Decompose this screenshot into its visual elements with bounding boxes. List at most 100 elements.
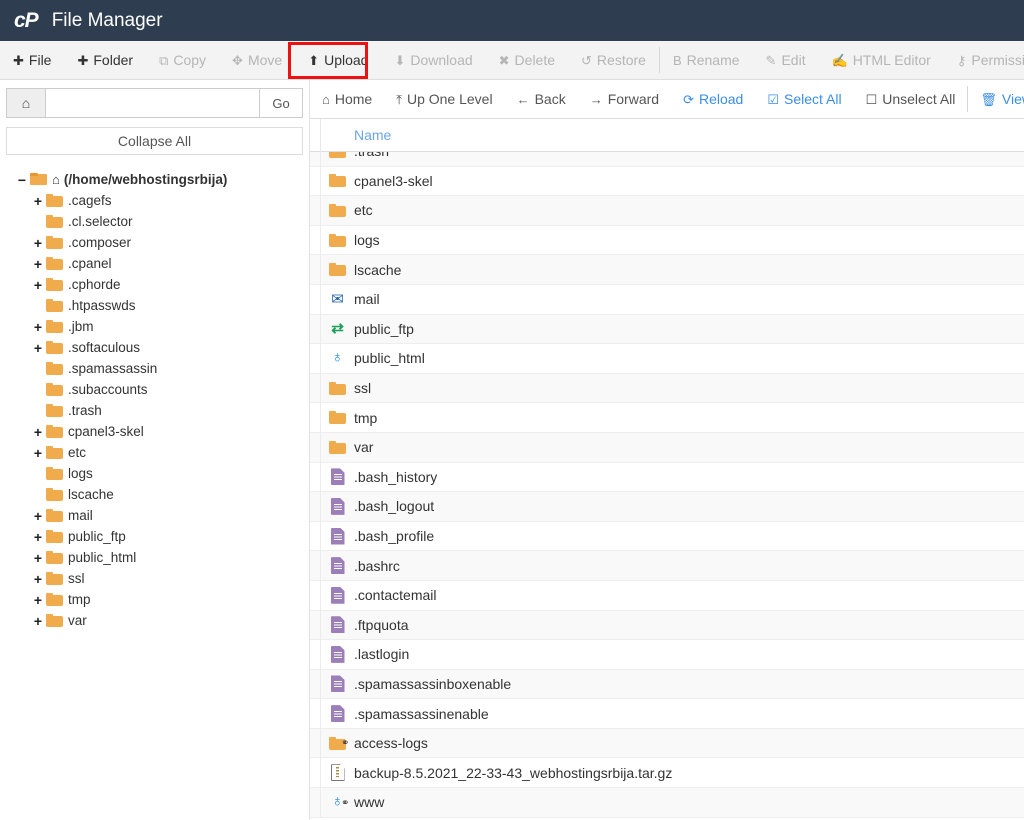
- tree-node-lscache[interactable]: lscache: [6, 484, 303, 505]
- tree-node-mail[interactable]: + mail: [6, 505, 303, 526]
- tree-node-htpasswds[interactable]: .htpasswds: [6, 295, 303, 316]
- tree-node-softaculous[interactable]: + .softaculous: [6, 337, 303, 358]
- row-checkbox-cell[interactable]: [310, 758, 321, 788]
- file-name[interactable]: public_html: [354, 350, 425, 366]
- table-row[interactable]: .lastlogin: [310, 640, 1024, 670]
- tree-node-var[interactable]: + var: [6, 610, 303, 631]
- table-row[interactable]: tmp: [310, 403, 1024, 433]
- row-checkbox-cell[interactable]: [310, 432, 321, 462]
- file-name[interactable]: .lastlogin: [354, 646, 409, 662]
- row-checkbox-cell[interactable]: [310, 551, 321, 581]
- nav-button-reload[interactable]: ⟳ Reload: [671, 80, 755, 118]
- expand-icon[interactable]: +: [32, 194, 44, 208]
- table-row[interactable]: .bash_history: [310, 463, 1024, 493]
- table-row[interactable]: .trash: [310, 152, 1024, 167]
- row-checkbox-cell[interactable]: [310, 314, 321, 344]
- tree-node-etc[interactable]: + etc: [6, 442, 303, 463]
- nav-button-view-trash[interactable]: 🗑View Trash: [968, 80, 1024, 118]
- file-name[interactable]: .trash: [354, 152, 389, 159]
- row-checkbox-cell[interactable]: [310, 196, 321, 226]
- row-checkbox-cell[interactable]: [310, 225, 321, 255]
- table-row[interactable]: logs: [310, 226, 1024, 256]
- toolbar-button-file[interactable]: ✚ File: [0, 41, 64, 79]
- table-row[interactable]: cpanel3-skel: [310, 167, 1024, 197]
- file-name[interactable]: .spamassassinboxenable: [354, 676, 511, 692]
- file-name[interactable]: access-logs: [354, 735, 428, 751]
- row-checkbox-cell[interactable]: [310, 640, 321, 670]
- file-name[interactable]: logs: [354, 232, 380, 248]
- tree-node-trash[interactable]: .trash: [6, 400, 303, 421]
- row-checkbox-cell[interactable]: [310, 699, 321, 729]
- table-row[interactable]: .spamassassinenable: [310, 699, 1024, 729]
- table-row[interactable]: .bashrc: [310, 551, 1024, 581]
- row-checkbox-cell[interactable]: [310, 373, 321, 403]
- expand-icon[interactable]: +: [32, 278, 44, 292]
- table-row[interactable]: .spamassassinboxenable: [310, 670, 1024, 700]
- row-checkbox-cell[interactable]: [310, 788, 321, 818]
- row-checkbox-cell[interactable]: [310, 521, 321, 551]
- row-checkbox-cell[interactable]: [310, 152, 321, 166]
- file-name[interactable]: .bash_logout: [354, 498, 434, 514]
- row-checkbox-cell[interactable]: [310, 669, 321, 699]
- expand-icon[interactable]: +: [32, 509, 44, 523]
- expand-icon[interactable]: +: [32, 446, 44, 460]
- table-row[interactable]: lscache: [310, 255, 1024, 285]
- row-checkbox-cell[interactable]: [310, 610, 321, 640]
- tree-node-spamassassin[interactable]: .spamassassin: [6, 358, 303, 379]
- row-checkbox-cell[interactable]: [310, 492, 321, 522]
- table-row[interactable]: ♁ public_html: [310, 344, 1024, 374]
- file-list-viewport[interactable]: .trash cpanel3-skel etc logs lscache ✉ mail ⇄ pu…: [310, 152, 1024, 820]
- expand-icon[interactable]: +: [32, 572, 44, 586]
- row-checkbox-cell[interactable]: [310, 255, 321, 285]
- file-name[interactable]: lscache: [354, 262, 401, 278]
- collapse-all-button[interactable]: Collapse All: [6, 127, 303, 155]
- expand-icon[interactable]: +: [32, 551, 44, 565]
- column-header-name[interactable]: Name: [321, 127, 391, 143]
- expand-icon[interactable]: +: [32, 425, 44, 439]
- table-row[interactable]: var: [310, 433, 1024, 463]
- tree-node-clselector[interactable]: .cl.selector: [6, 211, 303, 232]
- tree-node-subaccounts[interactable]: .subaccounts: [6, 379, 303, 400]
- tree-node-logs[interactable]: logs: [6, 463, 303, 484]
- table-row[interactable]: etc: [310, 196, 1024, 226]
- tree-node-composer[interactable]: + .composer: [6, 232, 303, 253]
- expand-icon[interactable]: +: [32, 257, 44, 271]
- toolbar-button-upload[interactable]: ⬆ Upload: [295, 41, 381, 79]
- table-row[interactable]: ⇄ public_ftp: [310, 315, 1024, 345]
- row-checkbox-cell[interactable]: [310, 462, 321, 492]
- expand-icon[interactable]: +: [32, 320, 44, 334]
- tree-node-public_ftp[interactable]: + public_ftp: [6, 526, 303, 547]
- file-name[interactable]: .contactemail: [354, 587, 436, 603]
- go-button[interactable]: Go: [259, 88, 303, 118]
- row-checkbox-cell[interactable]: [310, 284, 321, 314]
- file-name[interactable]: .bash_history: [354, 469, 437, 485]
- expand-icon[interactable]: +: [32, 593, 44, 607]
- table-row[interactable]: ⚭ access-logs: [310, 729, 1024, 759]
- tree-node-cpanel3-skel[interactable]: + cpanel3-skel: [6, 421, 303, 442]
- nav-button-home[interactable]: ⌂ Home: [310, 80, 384, 118]
- tree-node-public_html[interactable]: + public_html: [6, 547, 303, 568]
- nav-button-up-one-level[interactable]: ⤒ Up One Level: [384, 80, 504, 118]
- file-name[interactable]: cpanel3-skel: [354, 173, 433, 189]
- file-name[interactable]: ssl: [354, 380, 371, 396]
- tree-node-homewebhostingsrbija[interactable]: − ⌂ (/home/webhostingsrbija): [6, 169, 303, 190]
- tree-node-jbm[interactable]: + .jbm: [6, 316, 303, 337]
- expand-icon[interactable]: +: [32, 614, 44, 628]
- file-name[interactable]: .ftpquota: [354, 617, 409, 633]
- expand-icon[interactable]: +: [32, 236, 44, 250]
- row-checkbox-cell[interactable]: [310, 166, 321, 196]
- toolbar-button-folder[interactable]: ✚ Folder: [64, 41, 146, 79]
- row-checkbox-cell[interactable]: [310, 580, 321, 610]
- file-name[interactable]: .spamassassinenable: [354, 706, 489, 722]
- table-row[interactable]: ssl: [310, 374, 1024, 404]
- table-row[interactable]: .ftpquota: [310, 611, 1024, 641]
- path-input[interactable]: [46, 88, 259, 118]
- expand-icon[interactable]: +: [32, 530, 44, 544]
- table-row[interactable]: ♁ ⚭ www: [310, 788, 1024, 818]
- table-row[interactable]: .contactemail: [310, 581, 1024, 611]
- tree-node-cpanel[interactable]: + .cpanel: [6, 253, 303, 274]
- collapse-icon[interactable]: −: [16, 173, 28, 187]
- file-name[interactable]: .bashrc: [354, 558, 400, 574]
- tree-node-cphorde[interactable]: + .cphorde: [6, 274, 303, 295]
- table-row[interactable]: ✉ mail: [310, 285, 1024, 315]
